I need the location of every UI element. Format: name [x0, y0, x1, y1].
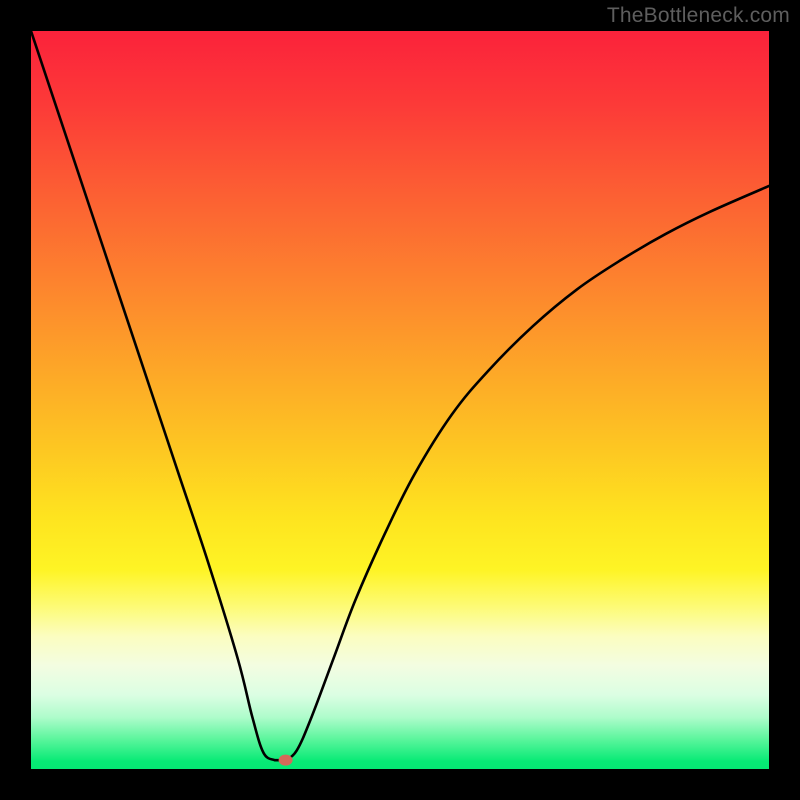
bottleneck-curve [31, 31, 769, 760]
plot-area [31, 31, 769, 769]
optimum-marker [279, 755, 293, 766]
chart-frame: TheBottleneck.com [0, 0, 800, 800]
watermark-text: TheBottleneck.com [607, 4, 790, 28]
bottleneck-curve-svg [31, 31, 769, 769]
